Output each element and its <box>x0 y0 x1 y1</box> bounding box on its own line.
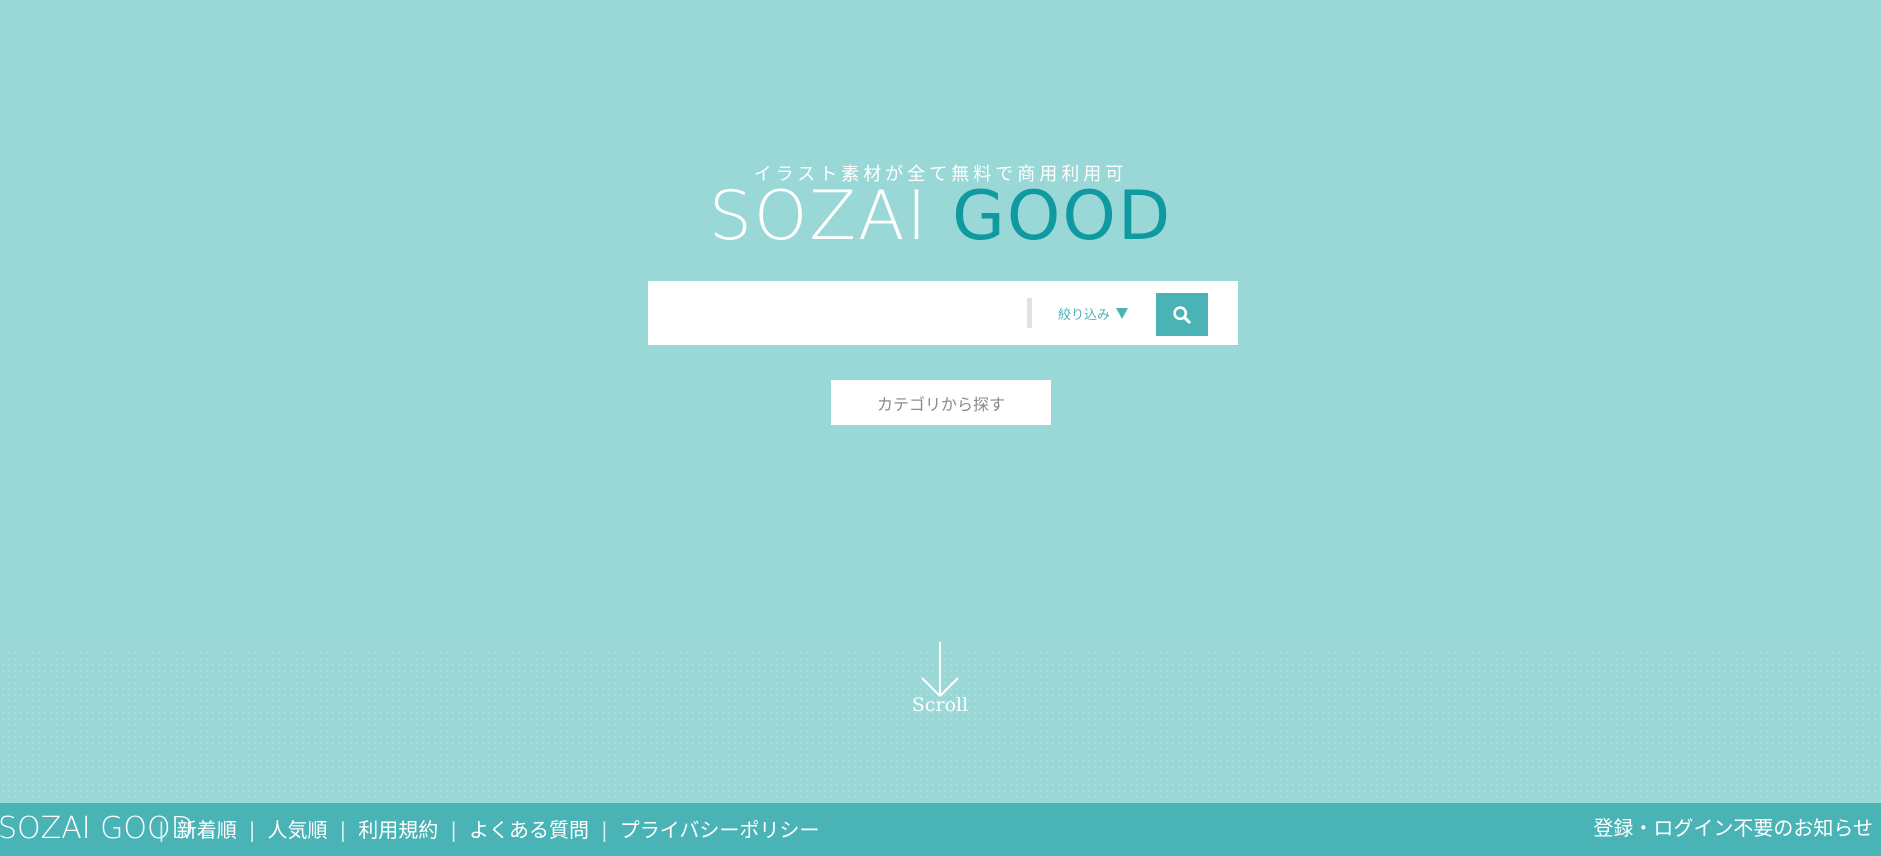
nav-separator: | <box>450 818 457 842</box>
scroll-indicator[interactable]: Scroll <box>890 640 990 720</box>
footer-notice-link[interactable]: 登録・ログイン不要のお知らせ <box>1593 815 1873 841</box>
site-logo[interactable]: SOZAI GOOD <box>0 182 1881 252</box>
footer-nav: | 新着順 | 人気順 | 利用規約 | よくある質問 | プライバシーポリシー <box>158 817 819 843</box>
category-search-button[interactable]: カテゴリから探す <box>831 380 1051 425</box>
nav-link-terms[interactable]: 利用規約 <box>358 817 438 843</box>
nav-separator: | <box>601 818 608 842</box>
logo-part-good: GOOD <box>952 177 1173 256</box>
nav-separator: | <box>158 818 165 842</box>
nav-separator: | <box>248 818 256 842</box>
dropdown-triangle-icon <box>1116 307 1129 319</box>
filter-dropdown[interactable]: 絞り込み <box>1058 300 1129 326</box>
logo-part-sozai: SOZAI <box>708 177 929 256</box>
search-input[interactable] <box>662 291 1036 337</box>
arrow-down-icon <box>921 642 959 697</box>
nav-link-faq[interactable]: よくある質問 <box>469 817 589 843</box>
nav-link-new[interactable]: 新着順 <box>177 817 237 843</box>
search-button[interactable] <box>1156 293 1208 336</box>
footer-bar: SOZAI GOOD | 新着順 | 人気順 | 利用規約 | よくある質問 |… <box>0 803 1881 856</box>
nav-separator: | <box>339 818 347 842</box>
search-icon <box>1173 305 1191 324</box>
search-divider <box>1027 298 1032 328</box>
nav-link-popular[interactable]: 人気順 <box>268 817 328 843</box>
search-bar: 絞り込み <box>648 281 1238 345</box>
scroll-label: Scroll <box>911 694 969 716</box>
nav-link-privacy[interactable]: プライバシーポリシー <box>620 817 820 843</box>
filter-label: 絞り込み <box>1058 307 1111 323</box>
